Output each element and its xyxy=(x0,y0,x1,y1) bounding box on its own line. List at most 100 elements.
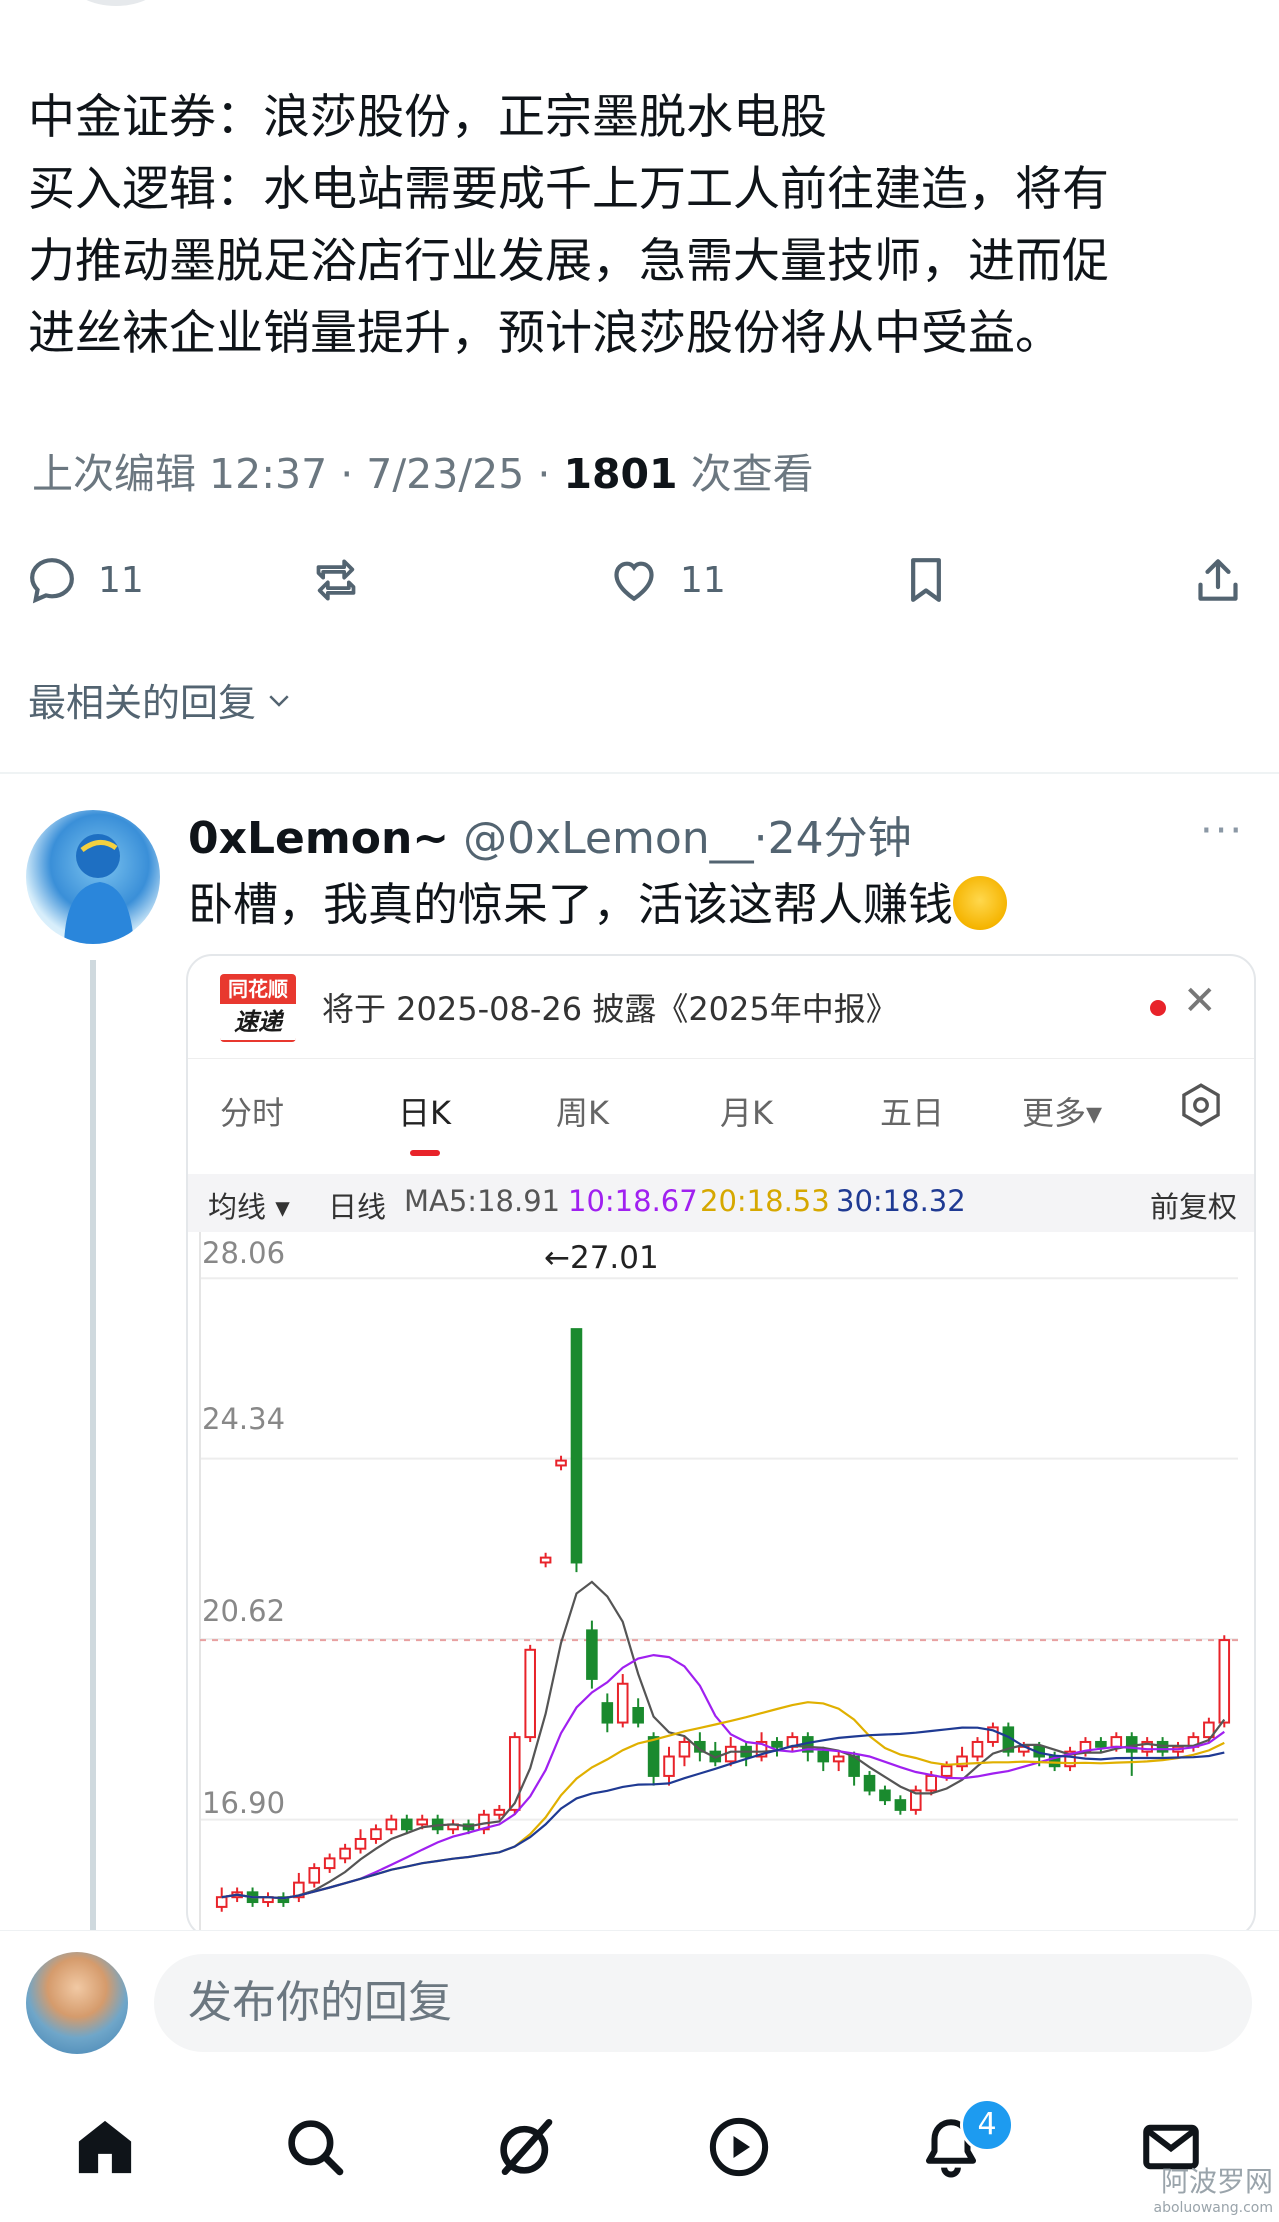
bookmark-button[interactable] xyxy=(898,545,954,615)
post-actions: 11 11 xyxy=(0,545,1279,615)
candle-body xyxy=(401,1818,413,1831)
ma20-line xyxy=(221,1701,1225,1900)
tab-intraday: 分时 xyxy=(220,1094,285,1132)
candle-body xyxy=(771,1740,783,1748)
candle-body xyxy=(416,1818,429,1826)
peak-annotation: ←27.01 xyxy=(544,1240,659,1276)
share-button[interactable] xyxy=(1190,545,1246,615)
chevron-down-icon xyxy=(269,694,289,707)
candle-body xyxy=(354,1837,367,1850)
candle-body xyxy=(215,1896,228,1908)
candle-body xyxy=(678,1740,691,1758)
home-icon[interactable] xyxy=(72,2114,138,2180)
y-tick-label: 16.90 xyxy=(202,1786,286,1820)
candle-body xyxy=(539,1556,552,1564)
post-meta: 上次编辑 12:37 · 7/23/25 · 1801 次查看 xyxy=(32,440,814,500)
view-label: 次查看 xyxy=(677,450,814,498)
video-icon[interactable] xyxy=(706,2114,772,2180)
reply-count: 11 xyxy=(98,559,144,601)
reply-button[interactable]: 11 xyxy=(24,545,144,615)
candle-body xyxy=(647,1736,660,1777)
reply-time: ·24分钟 xyxy=(753,813,912,864)
post-text-line: 买入逻辑：水电站需要成千上万工人前往建造，将有 xyxy=(28,162,1109,217)
y-tick-label: 28.06 xyxy=(202,1236,286,1270)
candle-body xyxy=(1218,1639,1231,1724)
kline-chart: 28.06 24.34 20.62 16.90 ←27.01 xyxy=(188,1232,1254,1936)
reply-sort-dropdown[interactable]: 最相关的回复 xyxy=(28,672,294,727)
moving-average-bar: 均线 ▾ 日线 MA5:18.91 10:18.67 20:18.53 30:1… xyxy=(188,1174,1254,1232)
candle-body xyxy=(632,1707,644,1724)
candle-body xyxy=(879,1789,891,1802)
candle-body xyxy=(524,1648,536,1739)
view-count: 1801 xyxy=(563,450,678,498)
candle-body xyxy=(370,1828,382,1840)
share-icon xyxy=(1198,559,1238,601)
more-options-icon[interactable]: ··· xyxy=(1200,808,1244,854)
candle-body xyxy=(817,1750,830,1763)
candle-body xyxy=(586,1629,598,1680)
y-tick-label: 20.62 xyxy=(202,1594,286,1628)
reply-header: 0xLemon~ @0xLemon__·24分钟 xyxy=(188,802,912,866)
reply-author-name[interactable]: 0xLemon~ xyxy=(188,813,449,864)
post-text-line: 进丝袜企业销量提升，预计浪莎股份将从中受益。 xyxy=(28,306,1062,361)
watermark-line2: aboluowang.com xyxy=(1153,2200,1274,2216)
reply-input[interactable]: 发布你的回复 xyxy=(154,1954,1252,2052)
candle-body xyxy=(555,1459,567,1467)
tab-more: 更多▾ xyxy=(1022,1094,1103,1132)
avatar-figure-icon xyxy=(64,834,134,944)
post-text: 中金证券：浪莎股份，正宗墨脱水电股 买入逻辑：水电站需要成千上万工人前往建造，将… xyxy=(28,82,1248,370)
notice-dot xyxy=(1150,1000,1166,1016)
settings-icon xyxy=(1182,1083,1220,1127)
candle-body xyxy=(925,1774,938,1792)
post-text-line: 中金证券：浪莎股份，正宗墨脱水电股 xyxy=(28,90,827,145)
tab-monthly-k: 月K xyxy=(720,1094,773,1132)
avatar[interactable] xyxy=(26,810,160,944)
candle-body xyxy=(601,1702,614,1724)
ma30-value: 30:18.32 xyxy=(836,1184,966,1218)
candle-body xyxy=(616,1682,629,1724)
post-timestamp[interactable]: 上次编辑 12:37 · 7/23/25 · xyxy=(32,450,563,498)
candle-body xyxy=(1095,1740,1107,1748)
search-icon[interactable] xyxy=(282,2114,348,2180)
candle-body xyxy=(339,1847,351,1860)
reply-text-content: 卧槽，我真的惊呆了，活该这帮人赚钱 xyxy=(188,878,954,931)
grok-icon[interactable] xyxy=(494,2114,560,2180)
repost-button[interactable] xyxy=(308,545,364,615)
candle-body xyxy=(940,1765,953,1777)
reply-text: 卧槽，我真的惊呆了，活该这帮人赚钱 xyxy=(188,868,1008,933)
tab-weekly-k: 周K xyxy=(556,1094,609,1132)
candle-body xyxy=(832,1755,845,1763)
candle-body xyxy=(1110,1736,1123,1748)
candle-body xyxy=(308,1867,321,1884)
candle-body xyxy=(570,1328,583,1564)
candle-body xyxy=(385,1818,398,1831)
repost-icon xyxy=(316,559,356,601)
candle-body xyxy=(323,1857,336,1870)
ma-selector: 均线 ▾ xyxy=(208,1190,290,1224)
thread-line xyxy=(90,960,96,1930)
logo-bottom-text: 速递 xyxy=(220,1004,296,1040)
tab-five-day: 五日 xyxy=(880,1094,945,1132)
reply-author-handle[interactable]: @0xLemon__ xyxy=(463,813,754,864)
ma20-value: 20:18.53 xyxy=(700,1184,830,1218)
bookmark-icon xyxy=(911,558,941,602)
reply-sort-label: 最相关的回复 xyxy=(28,681,257,725)
logo-top-text: 同花顺 xyxy=(228,977,288,1001)
close-icon: ✕ xyxy=(1183,978,1217,1024)
attached-image[interactable]: 同花顺 速递 将于 2025-08-26 披露《2025年中报》 ✕ 分时 日K… xyxy=(186,954,1256,1938)
post-text-line: 力推动墨脱足浴店行业发展，急需大量技师，进而促 xyxy=(28,234,1109,289)
chart-period-tabs: 分时 日K 周K 月K 五日 更多▾ xyxy=(188,1064,1254,1174)
candle-body xyxy=(663,1755,675,1777)
y-tick-label: 24.34 xyxy=(202,1402,286,1436)
card-header: 同花顺 速递 将于 2025-08-26 披露《2025年中报》 ✕ xyxy=(188,956,1254,1059)
avatar[interactable] xyxy=(26,1952,128,2054)
watermark-line1: 阿波罗网 xyxy=(1160,2165,1273,2198)
like-button[interactable]: 11 xyxy=(606,545,726,615)
tonghuashun-logo: 同花顺 速递 xyxy=(220,974,296,1042)
watermark: 阿波罗网 aboluowang.com xyxy=(1154,2160,1274,2216)
previous-avatar-peek xyxy=(70,0,162,6)
candle-body xyxy=(863,1774,876,1792)
ma5-value: MA5:18.91 xyxy=(404,1184,561,1218)
rolling-laughing-emoji-icon xyxy=(953,876,1008,930)
report-notice: 将于 2025-08-26 披露《2025年中报》 xyxy=(322,990,898,1028)
